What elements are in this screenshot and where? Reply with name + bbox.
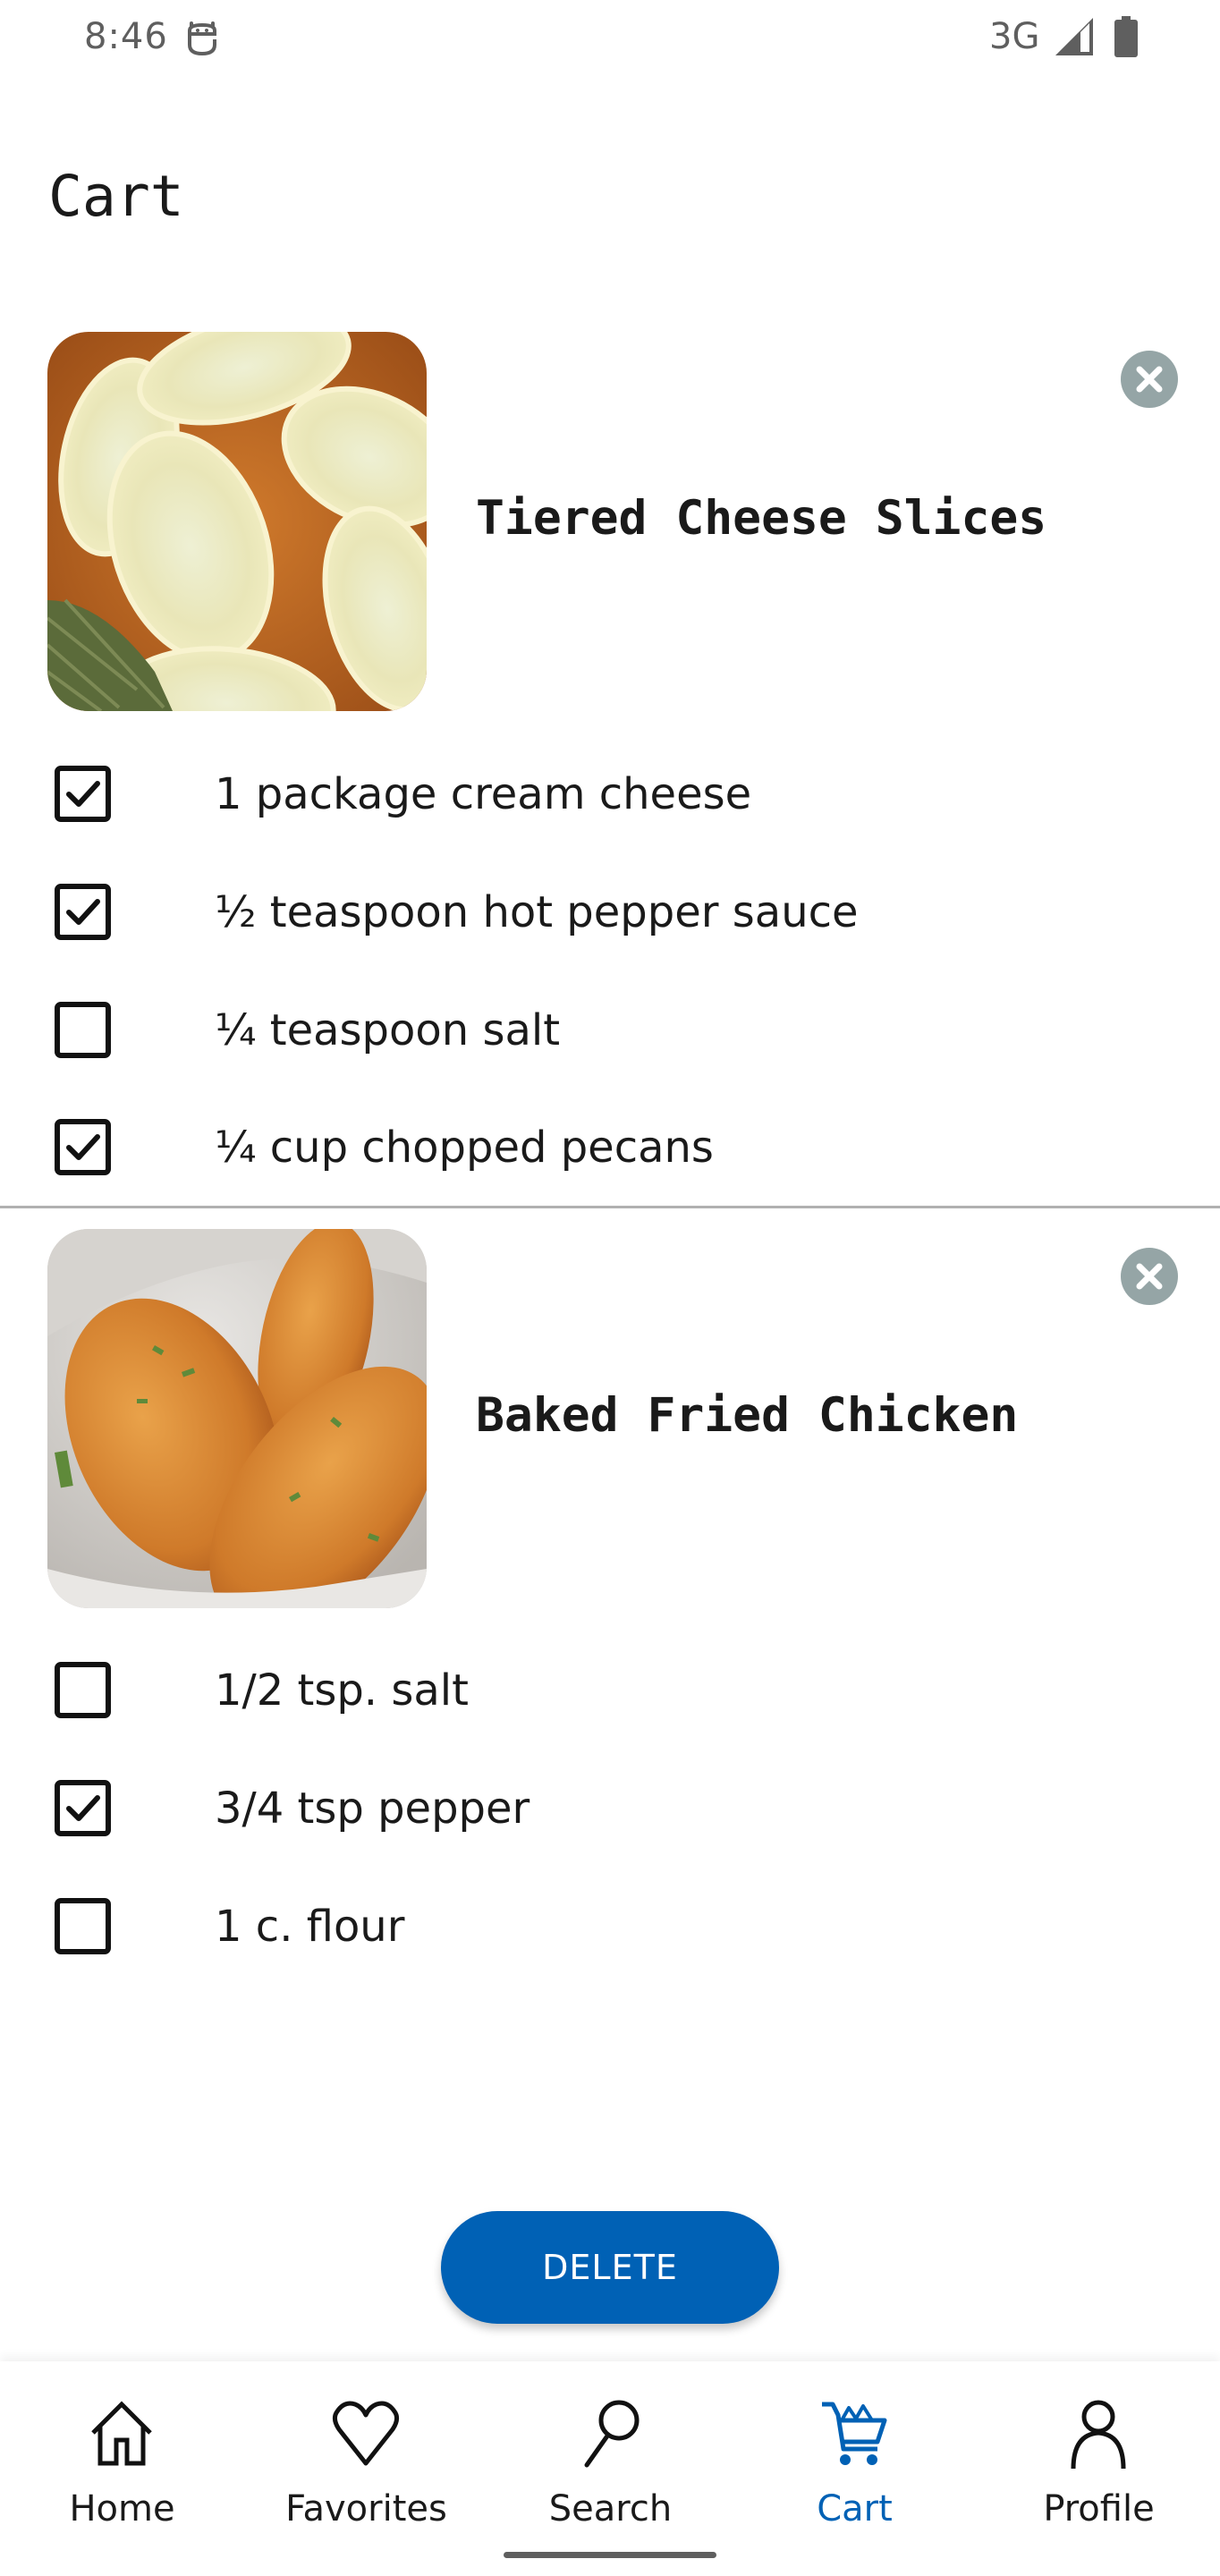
nav-label: Favorites bbox=[285, 2488, 447, 2529]
search-icon bbox=[584, 2400, 640, 2468]
ingredient-checkbox[interactable] bbox=[55, 1662, 111, 1718]
ingredient-item: ½ teaspoon hot pepper sauce bbox=[0, 868, 1220, 957]
nav-item-favorites[interactable]: Favorites bbox=[244, 2361, 488, 2531]
close-icon bbox=[1136, 366, 1163, 393]
status-time: 8:46 bbox=[84, 16, 168, 57]
delete-button[interactable]: DELETE bbox=[441, 2211, 779, 2324]
recipe-divider bbox=[0, 1206, 1220, 1208]
recipe-title[interactable]: Baked Fried Chicken bbox=[476, 1385, 1018, 1447]
ingredient-text: ¼ teaspoon salt bbox=[215, 1005, 561, 1055]
close-icon bbox=[1136, 1263, 1163, 1290]
ingredient-item: ¼ teaspoon salt bbox=[0, 986, 1220, 1075]
home-indicator[interactable] bbox=[504, 2552, 716, 2558]
ingredient-item: 3/4 tsp pepper bbox=[0, 1764, 1220, 1853]
ingredient-item: 1 c. flour bbox=[0, 1882, 1220, 1971]
checkmark-icon bbox=[66, 1795, 100, 1821]
remove-recipe-button[interactable] bbox=[1121, 1248, 1178, 1305]
nav-item-cart[interactable]: Cart bbox=[733, 2361, 977, 2531]
ingredient-text: 1 package cream cheese bbox=[215, 769, 752, 819]
bottom-navigation: Home Favorites Search Cart Profile bbox=[0, 2361, 1220, 2576]
network-type: 3G bbox=[989, 16, 1040, 57]
profile-icon bbox=[1071, 2400, 1126, 2470]
ingredient-checkbox[interactable] bbox=[55, 1780, 111, 1836]
battery-full-icon bbox=[1114, 16, 1138, 57]
cart-icon bbox=[822, 2402, 887, 2465]
ingredient-checkbox[interactable] bbox=[55, 1898, 111, 1954]
nav-label: Search bbox=[548, 2488, 673, 2529]
nav-label: Cart bbox=[817, 2488, 893, 2529]
page-title: Cart bbox=[48, 164, 184, 229]
status-bar: 8:46 3G bbox=[0, 0, 1220, 75]
ingredient-text: ½ teaspoon hot pepper sauce bbox=[215, 887, 859, 937]
cell-signal-icon bbox=[1055, 18, 1093, 55]
nav-item-profile[interactable]: Profile bbox=[977, 2361, 1220, 2531]
recipe-image-cheese-slices[interactable] bbox=[47, 332, 427, 711]
ingredient-item: 1/2 tsp. salt bbox=[0, 1646, 1220, 1735]
ingredient-text: 1/2 tsp. salt bbox=[215, 1665, 469, 1716]
ingredient-checkbox[interactable] bbox=[55, 766, 111, 822]
ingredient-checkbox[interactable] bbox=[55, 1119, 111, 1175]
recipe-image-fried-chicken[interactable] bbox=[47, 1229, 427, 1608]
ingredient-text: 1 c. flour bbox=[215, 1902, 405, 1952]
nav-label: Home bbox=[69, 2488, 175, 2529]
heart-icon bbox=[332, 2401, 400, 2466]
ingredient-item: 1 package cream cheese bbox=[0, 750, 1220, 839]
ingredient-item: ¼ cup chopped pecans bbox=[0, 1103, 1220, 1192]
ingredient-text: ¼ cup chopped pecans bbox=[215, 1123, 714, 1173]
checkmark-icon bbox=[66, 899, 100, 925]
ingredient-checkbox[interactable] bbox=[55, 884, 111, 940]
ingredient-checkbox[interactable] bbox=[55, 1002, 111, 1058]
fried-chicken-photo bbox=[47, 1229, 427, 1608]
checkmark-icon bbox=[66, 781, 100, 807]
ingredient-text: 3/4 tsp pepper bbox=[215, 1784, 530, 1834]
nav-label: Profile bbox=[1043, 2488, 1155, 2529]
recipe-title[interactable]: Tiered Cheese Slices bbox=[476, 487, 1046, 550]
android-debug-icon bbox=[188, 21, 216, 56]
cheese-pinwheel-slices-photo bbox=[47, 332, 427, 711]
nav-item-search[interactable]: Search bbox=[488, 2361, 733, 2531]
remove-recipe-button[interactable] bbox=[1121, 351, 1178, 408]
home-icon bbox=[91, 2401, 152, 2466]
checkmark-icon bbox=[66, 1134, 100, 1160]
nav-item-home[interactable]: Home bbox=[0, 2361, 244, 2531]
